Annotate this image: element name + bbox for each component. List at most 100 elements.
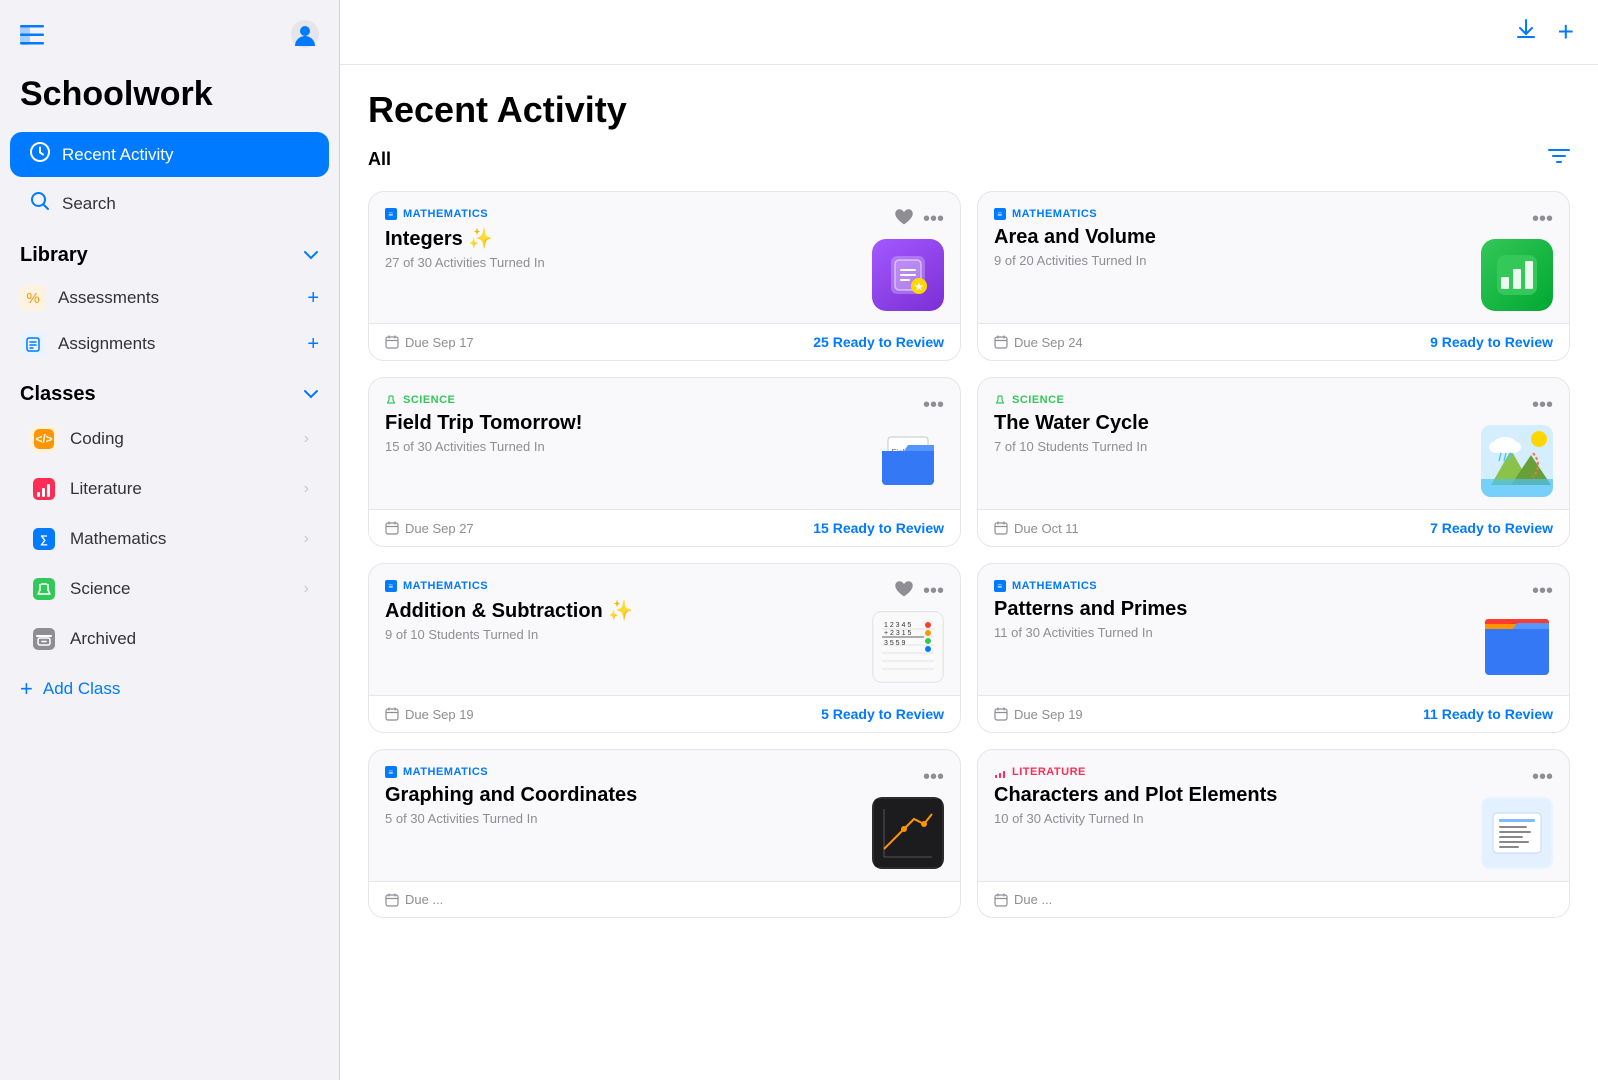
class-item-coding[interactable]: </> Coding › [10, 415, 329, 463]
svg-text:</>: </> [35, 432, 52, 446]
sidebar-top [0, 20, 339, 65]
heart-icon[interactable] [895, 209, 913, 230]
archived-icon [30, 625, 58, 653]
card-subject: ≡ MATHEMATICS [385, 208, 860, 220]
mathematics-chevron-icon: › [304, 530, 309, 548]
card-due: Due ... [994, 892, 1052, 907]
classes-section-header: Classes [0, 367, 339, 414]
svg-text:★: ★ [915, 282, 924, 293]
class-item-science[interactable]: Science › [10, 565, 329, 613]
classes-label: Classes [20, 383, 96, 406]
more-icon[interactable]: ••• [1532, 394, 1553, 417]
card-field-trip[interactable]: SCIENCE Field Trip Tomorrow! 15 of 30 Ac… [368, 377, 961, 547]
nav-search[interactable]: Search [10, 181, 329, 226]
nav-recent-activity[interactable]: Recent Activity [10, 132, 329, 177]
card-footer: Due Oct 11 7 Ready to Review [978, 509, 1569, 546]
card-title: Area and Volume [994, 226, 1469, 249]
card-title: The Water Cycle [994, 412, 1469, 435]
card-thumbnail: ★ [872, 239, 944, 311]
card-footer: Due ... [978, 881, 1569, 917]
library-item-assessments[interactable]: % Assessments + [0, 275, 339, 321]
download-icon[interactable] [1514, 17, 1538, 47]
class-item-mathematics[interactable]: ∑ Mathematics › [10, 515, 329, 563]
card-title: Addition & Subtraction ✨ [385, 598, 860, 623]
profile-icon[interactable] [291, 20, 319, 55]
class-item-literature[interactable]: Literature › [10, 465, 329, 513]
heart-icon[interactable] [895, 581, 913, 602]
add-icon[interactable]: + [1558, 16, 1574, 48]
card-review[interactable]: 5 Ready to Review [821, 706, 944, 722]
add-assessment-icon[interactable]: + [307, 287, 319, 310]
main-scroll-area[interactable]: Recent Activity All ≡ MATHEMATICS [340, 65, 1598, 1080]
card-thumbnail [1481, 239, 1553, 311]
search-icon [30, 191, 50, 216]
card-subtitle: 10 of 30 Activity Turned In [994, 811, 1469, 826]
card-title: Integers ✨ [385, 226, 860, 251]
filter-row: All [368, 147, 1570, 171]
more-icon[interactable]: ••• [923, 766, 944, 789]
card-review[interactable]: 9 Ready to Review [1430, 334, 1553, 350]
card-review[interactable]: 11 Ready to Review [1423, 706, 1553, 722]
svg-text:≡: ≡ [388, 768, 393, 777]
more-icon[interactable]: ••• [923, 394, 944, 417]
main-header: + [340, 0, 1598, 65]
svg-text:≡: ≡ [997, 210, 1002, 219]
card-subtitle: 9 of 20 Activities Turned In [994, 253, 1469, 268]
recent-activity-icon [30, 142, 50, 167]
assignments-icon [20, 331, 46, 357]
assessments-label: Assessments [58, 288, 159, 308]
more-icon[interactable]: ••• [1532, 766, 1553, 789]
archived-item[interactable]: Archived [10, 615, 329, 663]
more-icon[interactable]: ••• [1532, 580, 1553, 603]
card-area-volume[interactable]: ≡ MATHEMATICS Area and Volume 9 of 20 Ac… [977, 191, 1570, 361]
card-review[interactable]: 25 Ready to Review [813, 334, 944, 350]
card-due: Due Sep 19 [385, 707, 474, 722]
card-integers[interactable]: ≡ MATHEMATICS Integers ✨ 27 of 30 Activi… [368, 191, 961, 361]
main-content: + Recent Activity All ≡ MATHEMATICS [340, 0, 1598, 1080]
card-graphing-coordinates[interactable]: ≡ MATHEMATICS Graphing and Coordinates 5… [368, 749, 961, 918]
science-icon [30, 575, 58, 603]
add-assignment-icon[interactable]: + [307, 333, 319, 356]
mathematics-label: Mathematics [70, 529, 166, 549]
card-thumbnail [1481, 611, 1553, 683]
card-addition-subtraction[interactable]: ≡ MATHEMATICS Addition & Subtraction ✨ 9… [368, 563, 961, 733]
literature-icon [30, 475, 58, 503]
card-review[interactable]: 15 Ready to Review [813, 520, 944, 536]
card-water-cycle[interactable]: SCIENCE The Water Cycle 7 of 10 Students… [977, 377, 1570, 547]
card-review[interactable]: 7 Ready to Review [1430, 520, 1553, 536]
card-thumbnail [1481, 797, 1553, 869]
svg-text:∑: ∑ [40, 534, 48, 546]
card-thumbnail: Field Trip [872, 425, 944, 497]
add-class-icon: + [20, 676, 33, 702]
card-characters-plot[interactable]: LITERATURE Characters and Plot Elements … [977, 749, 1570, 918]
classes-chevron-icon[interactable] [303, 386, 319, 404]
library-chevron-icon[interactable] [303, 247, 319, 265]
svg-text:+ 2 3 1 5: + 2 3 1 5 [884, 630, 912, 637]
svg-text:≡: ≡ [388, 210, 393, 219]
app-title: Schoolwork [0, 65, 339, 130]
card-thumbnail [1481, 425, 1553, 497]
library-section-header: Library [0, 228, 339, 275]
card-subtitle: 5 of 30 Activities Turned In [385, 811, 860, 826]
literature-chevron-icon: › [304, 480, 309, 498]
svg-text:1 2 3 4 5: 1 2 3 4 5 [884, 622, 911, 629]
card-footer: Due Sep 19 5 Ready to Review [369, 695, 960, 732]
card-footer: Due Sep 19 11 Ready to Review [978, 695, 1569, 732]
card-patterns-primes[interactable]: ≡ MATHEMATICS Patterns and Primes 11 of … [977, 563, 1570, 733]
nav-search-label: Search [62, 194, 116, 214]
library-item-assignments[interactable]: Assignments + [0, 321, 339, 367]
more-icon[interactable]: ••• [1532, 208, 1553, 231]
svg-text:≡: ≡ [997, 582, 1002, 591]
more-icon[interactable]: ••• [923, 208, 944, 231]
toggle-sidebar-icon[interactable] [20, 25, 44, 51]
filter-icon[interactable] [1548, 147, 1570, 171]
card-subject: SCIENCE [385, 394, 860, 406]
card-due: Due Sep 24 [994, 335, 1083, 350]
more-icon[interactable]: ••• [923, 580, 944, 603]
card-subtitle: 15 of 30 Activities Turned In [385, 439, 860, 454]
add-class-button[interactable]: + Add Class [0, 664, 339, 714]
card-footer: Due Sep 17 25 Ready to Review [369, 323, 960, 360]
coding-label: Coding [70, 429, 124, 449]
card-title: Graphing and Coordinates [385, 784, 860, 807]
card-title: Field Trip Tomorrow! [385, 412, 860, 435]
